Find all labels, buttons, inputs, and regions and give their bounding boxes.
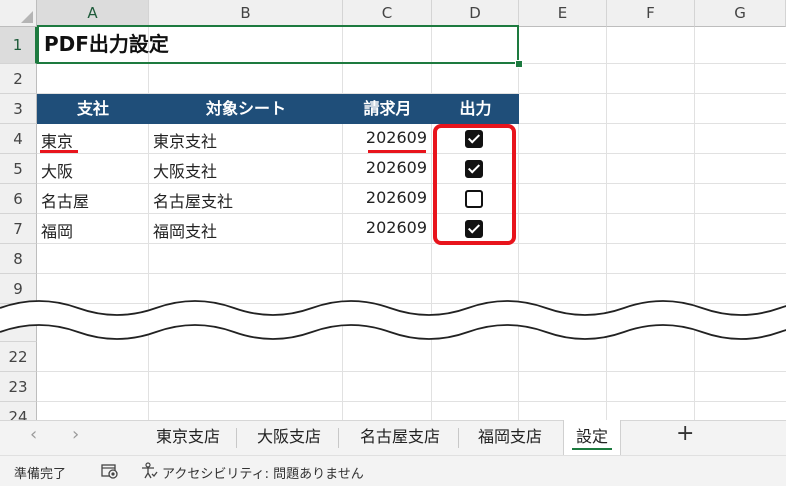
row-header-24[interactable]: 24: [0, 402, 37, 420]
gridline: [518, 27, 519, 420]
fill-handle[interactable]: [515, 60, 523, 68]
gridline: [37, 153, 786, 154]
row-header-23[interactable]: 23: [0, 372, 37, 402]
active-tab-underline: [572, 448, 612, 450]
tab-fukuoka[interactable]: 福岡支店: [462, 420, 558, 455]
tab-osaka[interactable]: 大阪支店: [240, 420, 338, 455]
gridline: [694, 27, 695, 420]
status-bar: 準備完了 アクセシビリティ: 問題ありません: [0, 455, 786, 486]
status-ready: 準備完了: [14, 467, 67, 482]
tab-separator: [236, 428, 237, 448]
cell-sheet[interactable]: 大阪支社: [153, 158, 217, 182]
cell-sheet[interactable]: 福岡支社: [153, 218, 217, 242]
title-cell[interactable]: PDF出力設定: [37, 25, 519, 64]
header-branch[interactable]: 支社: [37, 94, 149, 124]
add-sheet-button[interactable]: +: [676, 421, 694, 446]
cell-month[interactable]: 202609: [343, 188, 427, 207]
next-sheet-icon[interactable]: ›: [72, 424, 79, 445]
gridline: [606, 27, 607, 420]
prev-sheet-icon[interactable]: ‹: [30, 424, 37, 445]
tab-tokyo[interactable]: 東京支店: [140, 420, 236, 455]
cell-sheet[interactable]: 名古屋支社: [153, 188, 233, 212]
highlight-underline: [40, 150, 78, 153]
gridline: [37, 183, 786, 184]
column-header-g[interactable]: G: [695, 0, 786, 27]
header-month[interactable]: 請求月: [343, 94, 432, 124]
column-header-d[interactable]: D: [432, 0, 519, 27]
gridline: [431, 27, 432, 420]
tab-settings[interactable]: 設定: [563, 420, 621, 455]
gridline: [37, 243, 786, 244]
column-header-f[interactable]: F: [607, 0, 695, 27]
tab-nagoya[interactable]: 名古屋支店: [342, 420, 458, 455]
accessibility-icon[interactable]: [140, 462, 158, 480]
header-sheet[interactable]: 対象シート: [149, 94, 343, 124]
row-header-5[interactable]: 5: [0, 154, 37, 184]
gridline: [37, 371, 786, 372]
cell-branch[interactable]: 大阪: [41, 158, 73, 182]
gridline: [37, 213, 786, 214]
tab-settings-label: 設定: [575, 427, 608, 446]
row-header-7[interactable]: 7: [0, 214, 37, 244]
row-header-6[interactable]: 6: [0, 184, 37, 214]
cell-branch[interactable]: 名古屋: [41, 188, 89, 212]
header-output[interactable]: 出力: [432, 94, 519, 124]
row-header-1[interactable]: 1: [0, 27, 37, 64]
column-header-e[interactable]: E: [519, 0, 607, 27]
tab-separator: [338, 428, 339, 448]
spreadsheet-grid[interactable]: A B C D E F G 1 2 3 4 5 6 7 8 9 22 23 24…: [0, 0, 786, 420]
macro-record-icon[interactable]: [101, 463, 119, 479]
cell-branch[interactable]: 福岡: [41, 218, 73, 242]
cell-month[interactable]: 202609: [343, 158, 427, 177]
gridline: [37, 273, 786, 274]
cell-sheet[interactable]: 東京支社: [153, 128, 217, 152]
row-header-8[interactable]: 8: [0, 244, 37, 274]
row-header-4[interactable]: 4: [0, 124, 37, 154]
select-all-corner[interactable]: [0, 0, 37, 27]
cell-month[interactable]: 202609: [343, 218, 427, 237]
gridline: [37, 401, 786, 402]
gridline: [148, 27, 149, 420]
row-break-wave: [0, 300, 786, 340]
tab-separator: [458, 428, 459, 448]
row-header-2[interactable]: 2: [0, 64, 37, 94]
status-accessibility[interactable]: アクセシビリティ: 問題ありません: [162, 463, 364, 482]
column-header-a[interactable]: A: [37, 0, 149, 27]
row-header-3[interactable]: 3: [0, 94, 37, 124]
column-header-c[interactable]: C: [343, 0, 432, 27]
highlight-box: [433, 124, 516, 245]
highlight-underline: [368, 150, 426, 153]
cell-month[interactable]: 202609: [343, 128, 427, 147]
column-header-b[interactable]: B: [149, 0, 343, 27]
cell-branch[interactable]: 東京: [41, 128, 73, 152]
